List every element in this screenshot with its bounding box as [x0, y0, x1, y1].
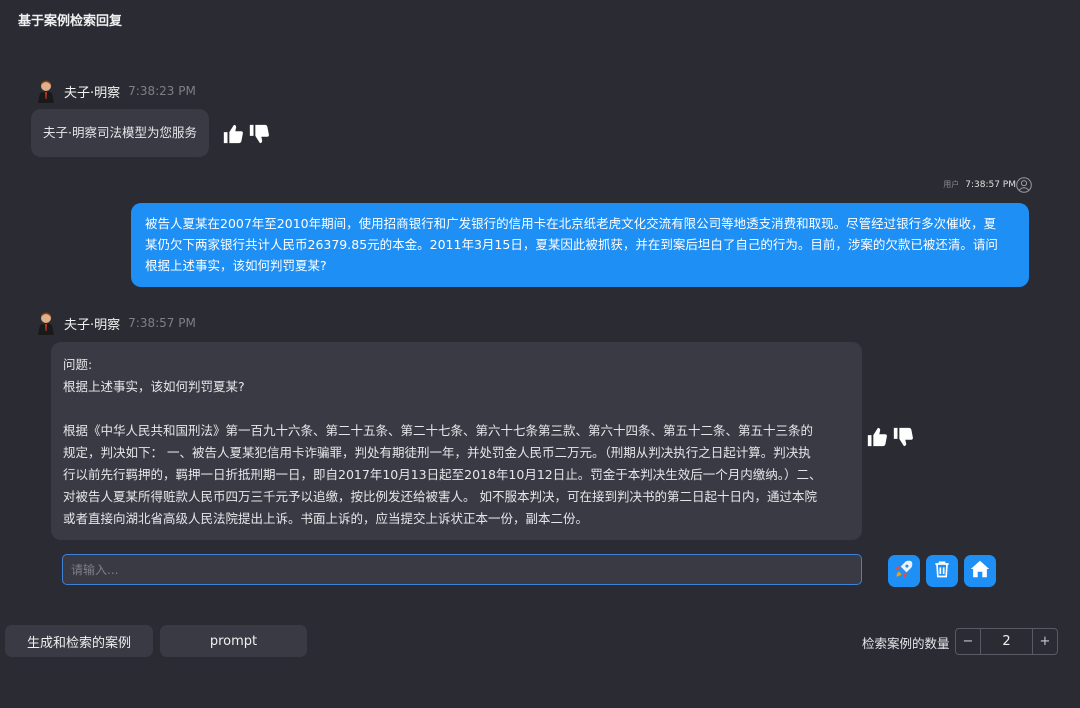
- case-count-label: 检索案例的数量: [862, 636, 950, 651]
- bot-message-line: 或者直接向湖北省高级人民法院提出上诉。书面上诉的，应当提交上诉状正本一份，副本二…: [63, 511, 589, 526]
- message-time: 7:38:23 PM: [128, 84, 196, 98]
- bot-message-line: [63, 398, 850, 420]
- clear-button[interactable]: [926, 555, 958, 587]
- rocket-icon: [894, 559, 914, 583]
- bot-header: 夫子·明察 7:38:23 PM: [36, 79, 196, 103]
- bot-avatar: [36, 311, 56, 335]
- bot-avatar: [36, 79, 56, 103]
- submit-button[interactable]: [888, 555, 920, 587]
- thumbs-up-icon[interactable]: [222, 123, 244, 145]
- message-time: 7:38:57 PM: [128, 316, 196, 330]
- user-header: 用户 7:38:57 PM: [943, 179, 1016, 190]
- bot-message-line: 对被告人夏某所得赃款人民币四万三千元予以追缴，按比例发还给被害人。 如不服本判决…: [63, 489, 817, 504]
- bot-name: 夫子·明察: [64, 85, 121, 101]
- decrement-button[interactable]: −: [956, 629, 980, 654]
- feedback-buttons: [866, 426, 914, 448]
- bot-message-line: 问题:: [63, 357, 93, 372]
- home-icon: [969, 558, 991, 584]
- thumbs-down-icon[interactable]: [248, 123, 270, 145]
- page-title: 基于案例检索回复: [18, 14, 123, 29]
- bot-name: 夫子·明察: [64, 317, 121, 333]
- increment-button[interactable]: +: [1033, 629, 1057, 654]
- tab-prompt[interactable]: prompt: [160, 625, 307, 657]
- home-button[interactable]: [964, 555, 996, 587]
- bot-message-line: 行以前先行羁押的，羁押一日折抵刑期一日，即自2017年10月13日起至2018年…: [63, 467, 822, 482]
- bot-message-bubble: 问题: 根据上述事实，该如何判罚夏某? 根据《中华人民共和国刑法》第一百九十六条…: [51, 342, 862, 540]
- user-message-line: 某仍欠下两家银行共计人民币26379.85元的本金。2011年3月15日，夏某因…: [145, 237, 998, 252]
- message-input[interactable]: [62, 554, 862, 585]
- bot-message-line: 规定，判决如下： 一、被告人夏某犯信用卡诈骗罪，判处有期徒刑一年，并处罚金人民币…: [63, 445, 811, 460]
- chat-area: 夫子·明察 7:38:23 PM 夫子·明察司法模型为您服务 用户 7:38:5…: [0, 40, 1080, 540]
- tab-cases[interactable]: 生成和检索的案例: [5, 625, 153, 657]
- feedback-buttons: [222, 123, 270, 145]
- thumbs-up-icon[interactable]: [866, 426, 888, 448]
- trash-icon: [932, 559, 952, 583]
- message-time: 7:38:57 PM: [965, 179, 1016, 190]
- case-count-value[interactable]: 2: [980, 629, 1033, 654]
- bot-message-line: 根据《中华人民共和国刑法》第一百九十六条、第二十五条、第二十七条、第六十七条第三…: [63, 423, 814, 438]
- bot-message-bubble: 夫子·明察司法模型为您服务: [31, 109, 209, 157]
- case-count-stepper: − 2 +: [955, 628, 1058, 655]
- user-message-line: 被告人夏某在2007年至2010年期间，使用招商银行和广发银行的信用卡在北京纸老…: [145, 216, 997, 231]
- bot-message-text: 夫子·明察司法模型为您服务: [43, 125, 197, 140]
- thumbs-down-icon[interactable]: [892, 426, 914, 448]
- user-label: 用户: [943, 180, 960, 189]
- user-message-bubble: 被告人夏某在2007年至2010年期间，使用招商银行和广发银行的信用卡在北京纸老…: [131, 203, 1029, 287]
- bot-message-line: 根据上述事实，该如何判罚夏某?: [63, 379, 245, 394]
- user-message-line: 根据上述事实，该如何判罚夏某?: [145, 258, 327, 273]
- user-avatar-icon: [1016, 177, 1032, 193]
- bot-header: 夫子·明察 7:38:57 PM: [36, 311, 196, 335]
